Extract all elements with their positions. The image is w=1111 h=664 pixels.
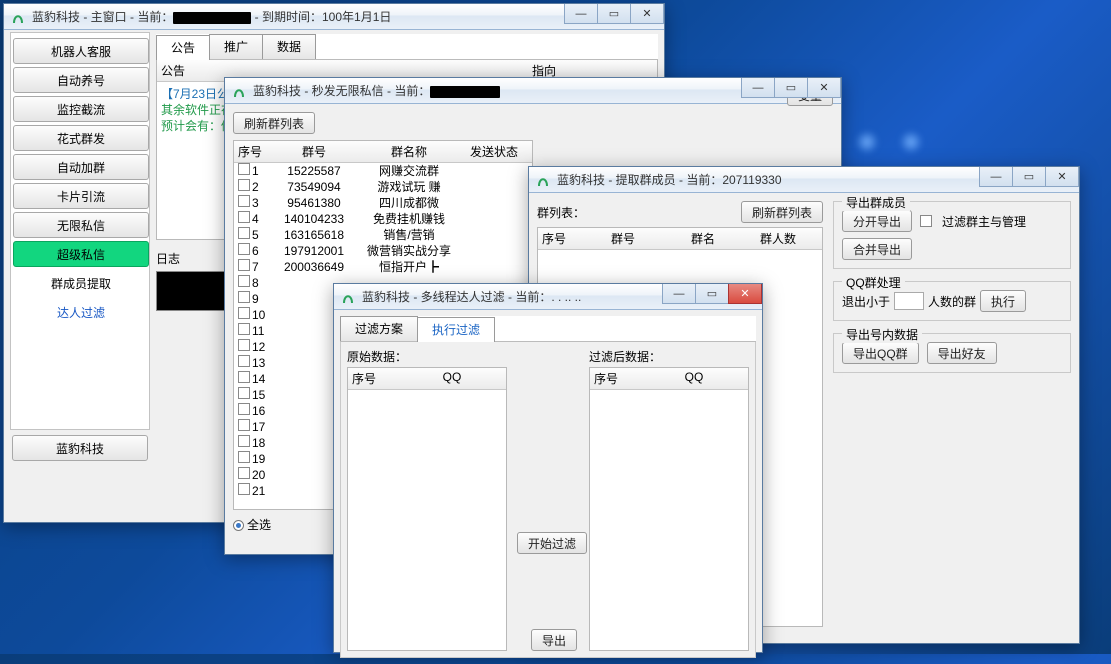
main-title: 蓝豹科技 - 主窗口 - 当前： - 到期时间：100年1月1日: [32, 8, 565, 25]
maximize-button[interactable]: ▭: [695, 284, 729, 304]
minimize-button[interactable]: —: [741, 78, 775, 98]
sidebar-item-card[interactable]: 卡片引流: [13, 183, 149, 209]
row-checkbox[interactable]: [238, 483, 250, 495]
raw-data-list[interactable]: 序号 QQ: [347, 367, 507, 651]
row-checkbox[interactable]: [238, 355, 250, 367]
close-button[interactable]: ✕: [807, 78, 841, 98]
close-button[interactable]: ✕: [728, 284, 762, 304]
row-checkbox[interactable]: [238, 243, 250, 255]
filter-title: 蓝豹科技 - 多线程达人过滤 - 当前：. . .. ..: [362, 288, 663, 305]
row-checkbox[interactable]: [238, 275, 250, 287]
minimize-button[interactable]: —: [564, 4, 598, 24]
quit-prefix-label: 退出小于: [842, 293, 890, 310]
main-tabstrip: 公告 推广 数据: [156, 34, 658, 60]
main-sidebar: 机器人客服 自动养号 监控截流 花式群发 自动加群 卡片引流 无限私信 超级私信…: [10, 32, 150, 430]
qq-group-handle-group: QQ群处理 退出小于 人数的群 执行: [833, 281, 1071, 321]
select-all-radio[interactable]: [233, 520, 244, 531]
export-button[interactable]: 导出: [531, 629, 577, 651]
filter-owner-checkbox[interactable]: [920, 215, 932, 227]
main-titlebar[interactable]: 蓝豹科技 - 主窗口 - 当前： - 到期时间：100年1月1日 — ▭ ✕: [4, 4, 664, 30]
redacted-text: [173, 12, 251, 24]
row-checkbox[interactable]: [238, 435, 250, 447]
extract-list-header: 序号 群号 群名 群人数: [538, 228, 822, 250]
table-row[interactable]: 7200036649恒指开户┣: [234, 259, 532, 275]
row-checkbox[interactable]: [238, 291, 250, 303]
extract-titlebar[interactable]: 蓝豹科技 - 提取群成员 - 当前：207119330 — ▭ ✕: [529, 167, 1079, 193]
sidebar-item-robot[interactable]: 机器人客服: [13, 38, 149, 64]
tab-promotion[interactable]: 推广: [209, 34, 263, 59]
row-checkbox[interactable]: [238, 163, 250, 175]
sidebar-item-auto-join[interactable]: 自动加群: [13, 154, 149, 180]
select-all-label: 全选: [247, 518, 271, 532]
merge-export-button[interactable]: 合并导出: [842, 238, 912, 260]
sidebar-item-unlimited-dm[interactable]: 无限私信: [13, 212, 149, 238]
app-icon: [535, 172, 551, 188]
send-titlebar[interactable]: 蓝豹科技 - 秒发无限私信 - 当前： — ▭ ✕: [225, 78, 841, 104]
start-filter-button[interactable]: 开始过滤: [517, 532, 587, 554]
row-checkbox[interactable]: [238, 451, 250, 463]
tab-announcement[interactable]: 公告: [156, 35, 210, 60]
row-checkbox[interactable]: [238, 371, 250, 383]
filter-owner-label: 过滤群主与管理: [942, 213, 1026, 230]
sidebar-item-monitor[interactable]: 监控截流: [13, 96, 149, 122]
split-export-button[interactable]: 分开导出: [842, 210, 912, 232]
row-checkbox[interactable]: [238, 307, 250, 319]
redacted-text: [430, 86, 500, 98]
quit-suffix-label: 人数的群: [928, 293, 976, 310]
maximize-button[interactable]: ▭: [597, 4, 631, 24]
refresh-group-list-button[interactable]: 刷新群列表: [741, 201, 823, 223]
maximize-button[interactable]: ▭: [774, 78, 808, 98]
export-account-group: 导出号内数据 导出QQ群 导出好友: [833, 333, 1071, 373]
maximize-button[interactable]: ▭: [1012, 167, 1046, 187]
filter-tabstrip: 过滤方案 执行过滤: [340, 316, 756, 342]
tab-run-filter[interactable]: 执行过滤: [417, 317, 495, 342]
export-qq-group-button[interactable]: 导出QQ群: [842, 342, 919, 364]
sidebar-item-fancy-send[interactable]: 花式群发: [13, 125, 149, 151]
app-icon: [231, 83, 247, 99]
row-checkbox[interactable]: [238, 259, 250, 271]
refresh-group-list-button[interactable]: 刷新群列表: [233, 112, 315, 134]
send-title: 蓝豹科技 - 秒发无限私信 - 当前：: [253, 82, 742, 99]
app-icon: [340, 289, 356, 305]
export-friends-button[interactable]: 导出好友: [927, 342, 997, 364]
row-checkbox[interactable]: [238, 403, 250, 415]
row-checkbox[interactable]: [238, 227, 250, 239]
member-count-input[interactable]: [894, 292, 924, 310]
filter-titlebar[interactable]: 蓝豹科技 - 多线程达人过滤 - 当前：. . .. .. — ▭ ✕: [334, 284, 762, 310]
row-checkbox[interactable]: [238, 387, 250, 399]
minimize-button[interactable]: —: [662, 284, 696, 304]
row-checkbox[interactable]: [238, 467, 250, 479]
sidebar-item-super-dm[interactable]: 超级私信: [13, 241, 149, 267]
app-icon: [10, 9, 26, 25]
export-members-group: 导出群成员 分开导出 过滤群主与管理 合并导出: [833, 201, 1071, 269]
minimize-button[interactable]: —: [979, 167, 1013, 187]
row-checkbox[interactable]: [238, 211, 250, 223]
row-checkbox[interactable]: [238, 195, 250, 207]
close-button[interactable]: ✕: [630, 4, 664, 24]
tab-data[interactable]: 数据: [262, 34, 316, 59]
sidebar-item-auto-nurture[interactable]: 自动养号: [13, 67, 149, 93]
row-checkbox[interactable]: [238, 339, 250, 351]
send-list-header: 序号 群号 群名称 发送状态: [234, 141, 532, 163]
filter-window: 蓝豹科技 - 多线程达人过滤 - 当前：. . .. .. — ▭ ✕ 过滤方案…: [333, 283, 763, 653]
row-checkbox[interactable]: [238, 179, 250, 191]
row-checkbox[interactable]: [238, 323, 250, 335]
close-button[interactable]: ✕: [1045, 167, 1079, 187]
filtered-data-list[interactable]: 序号 QQ: [589, 367, 749, 651]
row-checkbox[interactable]: [238, 419, 250, 431]
filtered-data-label: 过滤后数据：: [589, 348, 749, 365]
execute-button[interactable]: 执行: [980, 290, 1026, 312]
tab-filter-plan[interactable]: 过滤方案: [340, 316, 418, 341]
sidebar-footer-brand[interactable]: 蓝豹科技: [12, 435, 148, 461]
extract-title: 蓝豹科技 - 提取群成员 - 当前：207119330: [557, 171, 980, 188]
raw-data-label: 原始数据：: [347, 348, 507, 365]
group-list-label: 群列表：: [537, 204, 585, 221]
sidebar-item-talent-filter[interactable]: 达人过滤: [13, 299, 149, 325]
sidebar-item-member-extract[interactable]: 群成员提取: [13, 270, 149, 296]
